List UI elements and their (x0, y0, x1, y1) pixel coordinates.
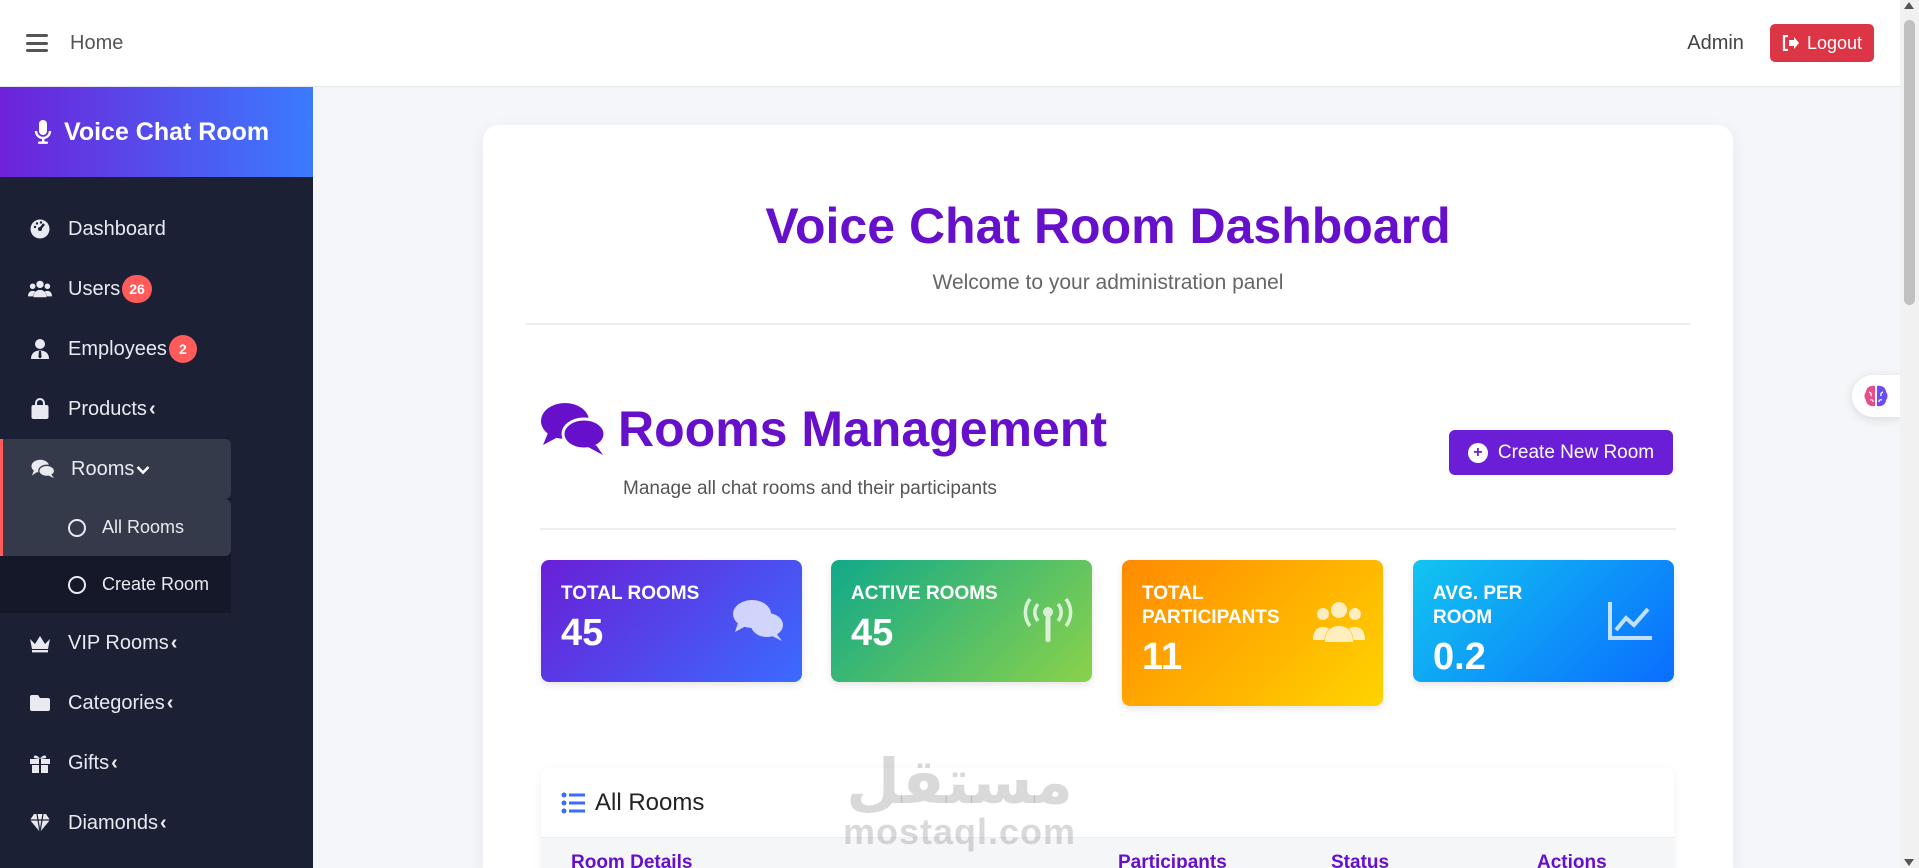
create-new-room-button[interactable]: + Create New Room (1449, 430, 1673, 475)
circle-icon (68, 575, 86, 594)
stat-card-active-rooms: ACTIVE ROOMS 45 (831, 560, 1092, 682)
column-header-room-details[interactable]: Room Details (571, 852, 692, 868)
employees-count-badge: 2 (168, 335, 197, 363)
watermark-arabic: مستقل (846, 748, 1073, 817)
chevron-left-icon: ‹ (170, 631, 178, 654)
sidebar-item-label: VIP Rooms (68, 631, 169, 654)
employee-icon (28, 337, 52, 361)
vertical-scrollbar[interactable] (1900, 0, 1919, 868)
dashboard-icon (28, 217, 52, 241)
sidebar-item-users[interactable]: Users 26 (0, 259, 231, 319)
table-header-row: Room Details Participants Status Actions (541, 838, 1674, 868)
line-chart-icon (1608, 602, 1652, 640)
brain-icon (1864, 385, 1888, 407)
microphone-icon (34, 120, 52, 144)
topbar-right: Admin Logout (1687, 24, 1874, 62)
broadcast-tower-icon (1023, 598, 1073, 642)
chevron-left-icon: ‹ (111, 751, 118, 774)
sidebar-item-label: Gifts (68, 751, 110, 774)
chevron-left-icon: ‹ (160, 811, 167, 834)
comments-icon (31, 457, 55, 481)
column-header-actions[interactable]: Actions (1537, 852, 1607, 868)
sidebar-brand[interactable]: Voice Chat Room (0, 87, 313, 177)
comments-icon (541, 403, 606, 455)
stat-card-total-participants: TOTAL PARTICIPANTS 11 (1122, 560, 1383, 706)
column-header-status[interactable]: Status (1331, 852, 1389, 868)
top-navbar: Home Admin Logout (0, 0, 1900, 87)
comments-icon (733, 600, 783, 641)
sidebar-item-diamonds[interactable]: Diamonds ‹ (0, 793, 231, 853)
sidebar-item-label: Diamonds (68, 811, 159, 834)
brand-title: Voice Chat Room (64, 117, 270, 146)
stat-label: ACTIVE ROOMS (851, 583, 998, 604)
scroll-up-arrow-icon[interactable] (1904, 2, 1914, 9)
floating-assistant-button[interactable] (1852, 375, 1900, 417)
sidebar-item-label: Dashboard (68, 217, 166, 240)
table-title: All Rooms (595, 788, 705, 816)
sidebar-item-label: Employees (68, 337, 167, 360)
stat-card-total-rooms: TOTAL ROOMS 45 (541, 560, 802, 682)
circle-icon (68, 518, 86, 537)
chevron-left-icon: ‹ (166, 691, 174, 714)
list-icon (561, 792, 585, 813)
page-subtitle: Welcome to your administration panel (932, 271, 1284, 294)
rooms-submenu: All Rooms Create Room (0, 499, 231, 613)
home-link[interactable]: Home (70, 32, 123, 55)
submenu-item-create-room[interactable]: Create Room (0, 556, 231, 613)
section-header: Rooms Management (540, 400, 1107, 458)
create-button-label: Create New Room (1497, 441, 1655, 463)
stat-card-avg-per-room: AVG. PER ROOM 0.2 (1413, 560, 1674, 682)
sidebar-item-dashboard[interactable]: Dashboard (0, 199, 231, 259)
divider (540, 528, 1676, 530)
submenu-item-all-rooms[interactable]: All Rooms (0, 499, 231, 556)
sidebar: Voice Chat Room Dashboard Users 26 Emplo… (0, 87, 313, 868)
section-title: Rooms Management (618, 401, 1107, 457)
sidebar-item-products[interactable]: Products ‹ (0, 379, 231, 439)
crown-icon (28, 631, 52, 655)
sidebar-item-employees[interactable]: Employees 2 (0, 319, 231, 379)
chevron-down-icon (136, 458, 150, 481)
logout-label: Logout (1806, 32, 1862, 53)
divider (526, 323, 1690, 325)
users-icon (28, 277, 52, 301)
watermark: مستقل mostaql.com (843, 752, 1076, 850)
page-title: Voice Chat Room Dashboard (765, 198, 1451, 254)
logout-button[interactable]: Logout (1769, 24, 1874, 62)
chevron-left-icon: ‹ (148, 397, 156, 420)
sidebar-item-rooms[interactable]: Rooms (0, 439, 231, 499)
sidebar-item-gifts[interactable]: Gifts ‹ (0, 733, 231, 793)
users-count-badge: 26 (122, 275, 152, 303)
section-subtitle: Manage all chat rooms and their particip… (623, 478, 997, 499)
stat-label: TOTAL ROOMS (561, 583, 700, 604)
sidebar-item-vip-rooms[interactable]: VIP Rooms ‹ (0, 613, 231, 673)
users-icon (1313, 602, 1365, 642)
sign-out-icon (1782, 35, 1799, 51)
column-header-participants[interactable]: Participants (1118, 852, 1227, 868)
submenu-item-label: All Rooms (102, 517, 185, 537)
plus-circle-icon: + (1467, 442, 1488, 463)
admin-user-label[interactable]: Admin (1687, 32, 1744, 55)
sidebar-item-categories[interactable]: Categories ‹ (0, 673, 231, 733)
table-card-header: All Rooms (541, 768, 1674, 838)
stat-label: TOTAL PARTICIPANTS (1142, 583, 1280, 628)
gem-icon (28, 811, 52, 835)
sidebar-item-label: Products (68, 397, 147, 420)
sidebar-item-label: Rooms (71, 457, 135, 480)
folder-icon (28, 691, 52, 715)
hamburger-menu-icon[interactable] (26, 34, 48, 52)
stat-label: AVG. PER ROOM (1433, 583, 1523, 628)
dashboard-card: Voice Chat Room Dashboard Welcome to you… (483, 125, 1733, 868)
shopping-bag-icon (28, 397, 52, 421)
sidebar-nav: Dashboard Users 26 Employees 2 Products … (0, 177, 313, 853)
scrollbar-thumb[interactable] (1904, 20, 1915, 305)
scroll-down-arrow-icon[interactable] (1904, 859, 1914, 866)
sidebar-item-label: Categories (68, 691, 165, 714)
watermark-latin: mostaql.com (843, 811, 1077, 852)
all-rooms-table-card: All Rooms Room Details Participants Stat… (541, 768, 1674, 868)
submenu-item-label: Create Room (102, 574, 210, 594)
gift-icon (28, 751, 52, 775)
sidebar-item-label: Users (68, 277, 121, 300)
